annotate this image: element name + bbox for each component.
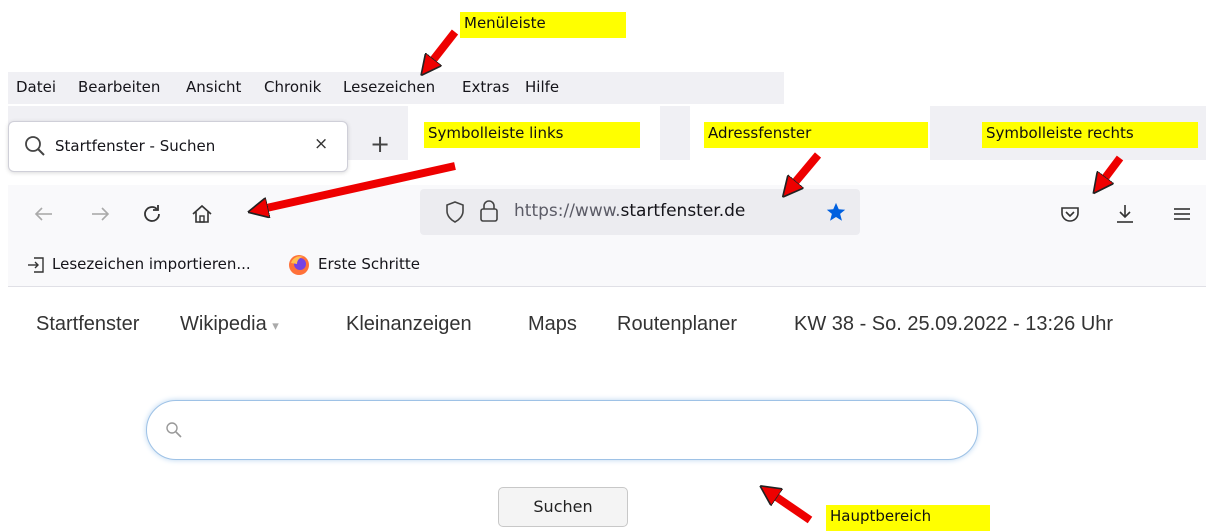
menu-icon[interactable] (1170, 202, 1194, 226)
search-icon (25, 136, 45, 156)
site-nav-kleinanzeigen[interactable]: Kleinanzeigen (346, 313, 472, 336)
import-icon (28, 257, 44, 273)
arrow-hauptbereich (772, 494, 813, 524)
menu-ansicht[interactable]: Ansicht (186, 78, 241, 96)
download-icon[interactable] (1113, 202, 1137, 226)
menu-bearbeiten[interactable]: Bearbeiten (78, 78, 160, 96)
plus-icon[interactable]: + (370, 130, 390, 158)
search-input[interactable] (146, 400, 978, 460)
arrow-adressfenster (792, 152, 822, 186)
menu-bar: Datei Bearbeiten Ansicht Chronik Lesezei… (8, 72, 784, 104)
annotation-adressfenster: Adressfenster (704, 122, 928, 148)
lock-icon[interactable] (478, 199, 500, 223)
search-button[interactable]: Suchen (498, 487, 628, 527)
bookmark-first-steps[interactable]: Erste Schritte (318, 255, 420, 273)
back-icon[interactable] (32, 202, 56, 226)
menu-lesezeichen[interactable]: Lesezeichen (343, 78, 435, 96)
pocket-icon[interactable] (1058, 202, 1082, 226)
date-display: KW 38 - So. 25.09.2022 - 13:26 Uhr (794, 313, 1114, 335)
chevron-down-icon: ▾ (272, 318, 279, 333)
close-icon[interactable]: × (314, 134, 328, 154)
site-nav-startfenster[interactable]: Startfenster (36, 313, 139, 336)
address-bar[interactable]: https://www.startfenster.de (420, 189, 860, 235)
reload-icon[interactable] (140, 202, 164, 226)
annotation-symbolleiste-links: Symbolleiste links (424, 122, 640, 148)
bookmark-import[interactable]: Lesezeichen importieren... (52, 255, 251, 273)
menu-chronik[interactable]: Chronik (264, 78, 321, 96)
menu-datei[interactable]: Datei (16, 78, 56, 96)
search-icon (166, 422, 182, 438)
home-icon[interactable] (190, 202, 214, 226)
annotation-hauptbereich: Hauptbereich (826, 505, 990, 531)
arrow-symbolleiste-rechts (1102, 155, 1124, 182)
shield-icon[interactable] (444, 200, 466, 224)
arrow-menuleiste (430, 29, 459, 64)
active-tab[interactable]: Startfenster - Suchen × (8, 121, 348, 172)
url-text[interactable]: https://www.startfenster.de (514, 201, 745, 221)
menu-extras[interactable]: Extras (462, 78, 509, 96)
star-icon[interactable] (825, 201, 847, 223)
firefox-icon (289, 255, 309, 275)
bookmarks-toolbar: Lesezeichen importieren... Erste Schritt… (8, 243, 1206, 287)
site-nav-wikipedia[interactable]: Wikipedia ▾ (180, 313, 279, 336)
annotation-symbolleiste-rechts: Symbolleiste rechts (982, 122, 1198, 148)
tab-title: Startfenster - Suchen (55, 137, 216, 155)
site-nav-routenplaner[interactable]: Routenplaner (617, 313, 737, 336)
annotation-menuleiste: Menüleiste (460, 12, 626, 38)
forward-icon[interactable] (88, 202, 112, 226)
menu-hilfe[interactable]: Hilfe (525, 78, 559, 96)
tab-strip-segment (660, 106, 690, 160)
site-nav-maps[interactable]: Maps (528, 313, 577, 336)
